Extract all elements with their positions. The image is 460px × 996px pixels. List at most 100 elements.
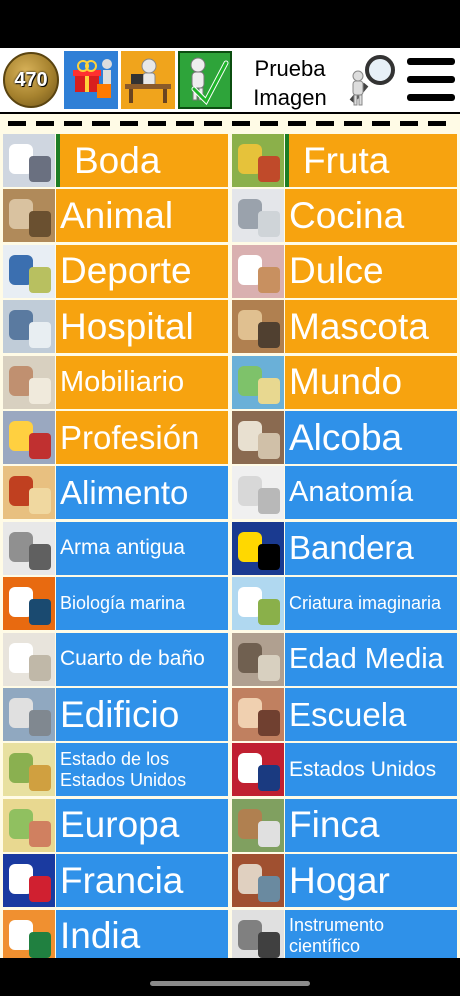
professions-photo [3, 411, 55, 464]
menu-button[interactable] [407, 58, 455, 102]
category-dulce[interactable]: Dulce [232, 244, 457, 298]
category-label: Alcoba [285, 411, 457, 464]
category-edificio[interactable]: Edificio [3, 688, 228, 741]
navigation-bar [0, 958, 460, 996]
ancient-weapon-photo [3, 521, 55, 575]
category-label: Arma antigua [56, 521, 228, 575]
category-label: Estado de los Estados Unidos [56, 743, 228, 797]
sports-photo [3, 244, 55, 298]
category-hospital[interactable]: Hospital [3, 300, 228, 354]
category-animal[interactable]: Animal [3, 189, 228, 243]
category-label: Alimento [56, 466, 228, 520]
microscope-photo [232, 909, 284, 958]
coin-count: 470 [14, 68, 48, 91]
category-escuela[interactable]: Escuela [232, 688, 457, 741]
menu-icon [407, 58, 455, 65]
category-row: Estado de los Estados Unidos Estados Unid… [0, 743, 460, 797]
cat-photo [232, 300, 284, 354]
test-image-line2: Imagen [253, 85, 327, 110]
category-row: Profesión Alcoba [0, 411, 460, 464]
category-label: Edificio [56, 688, 228, 741]
pizza-photo [3, 466, 55, 520]
category-row: Animal Cocina [0, 189, 460, 243]
category-label: Profesión [56, 411, 228, 464]
category-arma-antigua[interactable]: Arma antigua [3, 521, 228, 575]
medieval-photo [232, 632, 284, 686]
category-finca[interactable]: Finca [232, 798, 457, 852]
hospital-photo [3, 300, 55, 354]
category-alimento[interactable]: Alimento [3, 466, 228, 520]
test-image-button[interactable]: Prueba Imagen [240, 54, 340, 112]
pegasus-photo [232, 577, 284, 631]
category-label: Edad Media [285, 632, 457, 686]
category-francia[interactable]: Francia [3, 854, 228, 908]
category-row: Deporte Dulce [0, 244, 460, 298]
category-mascota[interactable]: Mascota [232, 300, 457, 354]
category-mundo[interactable]: Mundo [232, 355, 457, 409]
furniture-photo [3, 355, 55, 409]
category-biologia-marina[interactable]: Biología marina [3, 577, 228, 631]
animal-photo [3, 189, 55, 243]
gift-shop-button[interactable] [64, 51, 118, 109]
category-label: Criatura imaginaria [285, 577, 457, 631]
category-label: Mundo [285, 355, 457, 409]
category-fruta[interactable]: Fruta [232, 134, 457, 187]
category-row: Mobiliario Mundo [0, 355, 460, 409]
category-row: Europa Finca [0, 798, 460, 852]
category-edad-media[interactable]: Edad Media [232, 632, 457, 686]
category-label: Bandera [285, 521, 457, 575]
bathroom-photo [3, 632, 55, 686]
cake-photo [232, 244, 284, 298]
farm-photo [232, 798, 284, 852]
category-bandera[interactable]: Bandera [232, 521, 457, 575]
category-profesion[interactable]: Profesión [3, 411, 228, 464]
category-alcoba[interactable]: Alcoba [232, 411, 457, 464]
france-flag-map-photo [3, 854, 55, 908]
wedding-photo [3, 134, 55, 187]
test-image-line1: Prueba [254, 56, 326, 81]
profile-desk-button[interactable] [121, 51, 175, 109]
checkmark-person-icon [190, 57, 229, 106]
flag-photo [232, 521, 284, 575]
category-label: Biología marina [56, 577, 228, 631]
world-map-photo [232, 355, 284, 409]
category-label: Estados Unidos [285, 743, 457, 797]
category-label: Mobiliario [56, 355, 228, 409]
category-boda[interactable]: Boda [3, 134, 228, 187]
category-instrumento-cientifico[interactable]: Instrumento científico [232, 909, 457, 958]
category-estado-de-los-estados-unidos[interactable]: Estado de los Estados Unidos [3, 743, 228, 797]
coin-counter[interactable]: 470 [3, 52, 59, 108]
category-row: Cuarto de baño Edad Media [0, 632, 460, 686]
category-estados-unidos[interactable]: Estados Unidos [232, 743, 457, 797]
category-cocina[interactable]: Cocina [232, 189, 457, 243]
category-label: Animal [56, 189, 228, 243]
category-cuarto-de-bano[interactable]: Cuarto de baño [3, 632, 228, 686]
category-label: Instrumento científico [285, 909, 457, 958]
category-list: Boda Fruta Animal Cocina Deporte Dulce Hospita… [0, 114, 460, 958]
category-india[interactable]: India [3, 909, 228, 958]
fruit-photo [232, 134, 284, 187]
category-criatura-imaginaria[interactable]: Criatura imaginaria [232, 577, 457, 631]
category-label: India [56, 909, 228, 958]
menu-icon-bar [407, 76, 455, 83]
category-label: Mascota [285, 300, 457, 354]
quiz-check-button[interactable] [178, 51, 232, 109]
building-photo [3, 688, 55, 741]
anatomy-photo [232, 466, 284, 520]
category-label: Europa [56, 798, 228, 852]
home-indicator[interactable] [150, 981, 310, 986]
category-mobiliario[interactable]: Mobiliario [3, 355, 228, 409]
category-anatomia[interactable]: Anatomía [232, 466, 457, 520]
magnifier-person-icon [349, 55, 395, 106]
us-states-map-photo [3, 743, 55, 797]
search-button[interactable] [346, 52, 402, 110]
category-label: Hogar [285, 854, 457, 908]
category-label: Boda [56, 134, 228, 187]
category-deporte[interactable]: Deporte [3, 244, 228, 298]
category-europa[interactable]: Europa [3, 798, 228, 852]
category-hogar[interactable]: Hogar [232, 854, 457, 908]
category-row: Arma antigua Bandera [0, 521, 460, 575]
house-photo [232, 854, 284, 908]
category-label: Cuarto de baño [56, 632, 228, 686]
europe-map-photo [3, 798, 55, 852]
